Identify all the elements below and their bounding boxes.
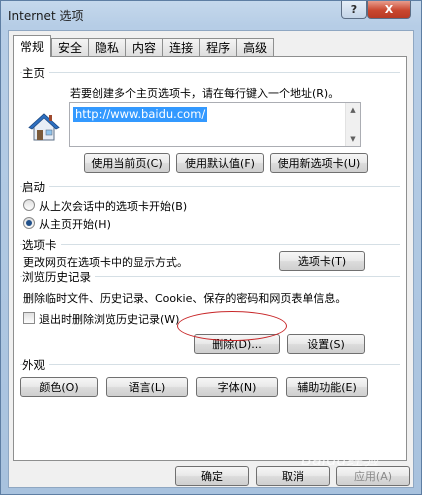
languages-button[interactable]: 语言(L) bbox=[106, 377, 188, 397]
close-button[interactable]: X bbox=[367, 1, 411, 19]
history-group-title: 浏览历史记录 bbox=[22, 269, 95, 285]
delete-on-exit-checkbox[interactable] bbox=[23, 312, 35, 324]
history-description: 删除临时文件、历史记录、Cookie、保存的密码和网页表单信息。 bbox=[23, 292, 347, 305]
homepage-instruction: 若要创建多个主页选项卡，请在每行键入一个地址(R)。 bbox=[70, 87, 340, 100]
dialog-client: 常规 安全 隐私 内容 连接 程序 高级 主页 若要创建多个主页选项卡，请在每行… bbox=[8, 30, 414, 488]
startup-group-line bbox=[20, 186, 400, 187]
internet-options-window: Internet 选项 ? X 常规 安全 隐私 内容 连接 程序 高级 主页 bbox=[0, 0, 422, 495]
url-scrollbar[interactable]: ▲ ▼ bbox=[345, 103, 360, 146]
tab-programs[interactable]: 程序 bbox=[199, 38, 237, 56]
radio-homepage[interactable] bbox=[23, 217, 35, 229]
radio-homepage-label: 从主页开始(H) bbox=[39, 218, 111, 231]
watermark: Baidu经验 bbox=[301, 450, 379, 469]
tab-content[interactable]: 内容 bbox=[125, 38, 163, 56]
tab-general[interactable]: 常规 bbox=[13, 35, 52, 57]
use-new-tab-button[interactable]: 使用新选项卡(U) bbox=[270, 153, 368, 173]
help-button[interactable]: ? bbox=[341, 1, 367, 19]
tabs-description: 更改网页在选项卡中的显示方式。 bbox=[23, 256, 188, 269]
homepage-url-input[interactable]: http://www.baidu.com/ ▲ ▼ bbox=[69, 102, 361, 147]
scroll-down-icon[interactable]: ▼ bbox=[346, 132, 360, 146]
delete-button-highlight-ring bbox=[177, 311, 287, 341]
tab-connections[interactable]: 连接 bbox=[162, 38, 200, 56]
use-default-button[interactable]: 使用默认值(F) bbox=[176, 153, 264, 173]
tabs-settings-button[interactable]: 选项卡(T) bbox=[279, 251, 365, 271]
delete-on-exit-label: 退出时删除浏览历史记录(W) bbox=[39, 313, 180, 326]
close-icon: X bbox=[384, 3, 394, 16]
general-tab-panel: 主页 若要创建多个主页选项卡，请在每行键入一个地址(R)。 http://www… bbox=[13, 56, 407, 461]
radio-last-session[interactable] bbox=[23, 199, 35, 211]
use-current-button[interactable]: 使用当前页(C) bbox=[84, 153, 170, 173]
tabs-group-title: 选项卡 bbox=[22, 237, 61, 253]
tabs-group-line bbox=[20, 244, 400, 245]
homepage-group-title: 主页 bbox=[22, 65, 49, 81]
history-settings-button[interactable]: 设置(S) bbox=[287, 334, 365, 354]
fonts-button[interactable]: 字体(N) bbox=[196, 377, 278, 397]
tab-security[interactable]: 安全 bbox=[51, 38, 89, 56]
appearance-group-title: 外观 bbox=[22, 357, 49, 373]
homepage-url-text: http://www.baidu.com/ bbox=[73, 107, 208, 122]
tab-strip: 常规 安全 隐私 内容 连接 程序 高级 bbox=[13, 35, 275, 57]
radio-last-session-label: 从上次会话中的选项卡开始(B) bbox=[39, 200, 188, 213]
tab-advanced[interactable]: 高级 bbox=[236, 38, 275, 56]
scroll-up-icon[interactable]: ▲ bbox=[346, 103, 360, 117]
homepage-group-line bbox=[20, 72, 400, 73]
startup-group-title: 启动 bbox=[22, 179, 49, 195]
tab-privacy[interactable]: 隐私 bbox=[88, 38, 126, 56]
help-icon: ? bbox=[350, 3, 358, 16]
colors-button[interactable]: 颜色(O) bbox=[20, 377, 98, 397]
ok-button[interactable]: 确定 bbox=[175, 466, 249, 486]
title-bar: Internet 选项 ? X bbox=[1, 1, 421, 27]
window-title: Internet 选项 bbox=[8, 9, 84, 23]
accessibility-button[interactable]: 辅助功能(E) bbox=[286, 377, 368, 397]
appearance-group-line bbox=[20, 364, 400, 365]
home-icon bbox=[28, 113, 60, 141]
